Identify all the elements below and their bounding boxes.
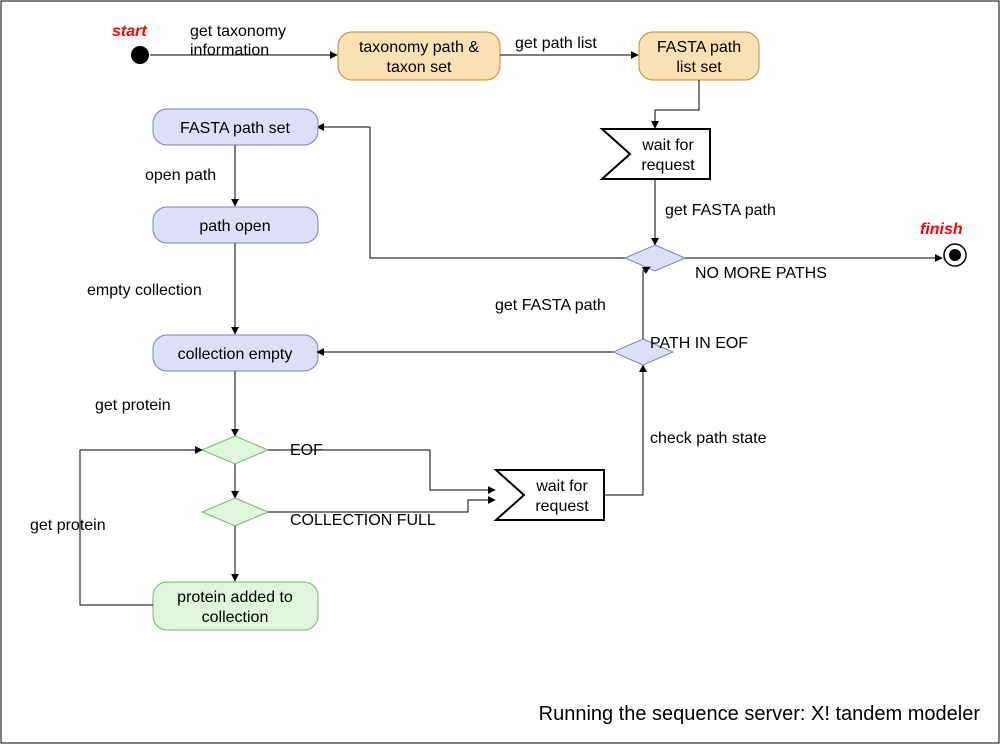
svg-text:taxon set: taxon set: [387, 59, 452, 76]
svg-text:FASTA path: FASTA path: [657, 39, 741, 56]
svg-text:request: request: [535, 498, 589, 515]
svg-text:taxonomy path &: taxonomy path &: [359, 39, 479, 56]
label-get-path-list: get path list: [515, 35, 597, 52]
node-fasta-set: FASTA path set: [153, 109, 318, 145]
label-no-more-paths: NO MORE PATHS: [695, 265, 827, 282]
svg-text:wait for: wait for: [641, 137, 694, 154]
start-label: start: [112, 23, 147, 40]
node-taxonomy: taxonomy path & taxon set: [338, 32, 500, 80]
finish-node: [944, 244, 966, 266]
label-get-taxonomy-1: get taxonomy: [190, 23, 286, 40]
node-path-open: path open: [153, 207, 318, 243]
label-empty-collection: empty collection: [87, 282, 202, 299]
activity-diagram: start finish get taxonomy information ta…: [0, 0, 1000, 744]
label-get-protein-left: get protein: [95, 397, 171, 414]
svg-text:wait for: wait for: [535, 478, 588, 495]
label-check-path-state: check path state: [650, 430, 767, 447]
svg-text:collection empty: collection empty: [178, 346, 293, 363]
label-get-fasta-path-top: get FASTA path: [665, 202, 776, 219]
node-fasta-list: FASTA path list set: [639, 32, 759, 80]
svg-text:list set: list set: [676, 59, 722, 76]
finish-label: finish: [920, 221, 963, 238]
diagram-caption: Running the sequence server: X! tandem m…: [539, 703, 981, 725]
svg-text:protein added to: protein added to: [177, 589, 293, 606]
label-open-path: open path: [145, 167, 216, 184]
node-protein-added: protein added to collection: [153, 582, 318, 630]
label-get-protein-loop: get protein: [30, 517, 106, 534]
node-collection-empty: collection empty: [153, 335, 318, 371]
label-get-fasta-path-mid: get FASTA path: [495, 297, 606, 314]
start-node: [131, 46, 149, 64]
label-collection-full: COLLECTION FULL: [290, 512, 436, 529]
svg-text:FASTA path set: FASTA path set: [180, 120, 291, 137]
label-get-taxonomy-2: information: [190, 42, 269, 59]
label-path-in-eof: PATH IN EOF: [650, 335, 748, 352]
svg-text:path open: path open: [199, 218, 270, 235]
svg-text:request: request: [641, 157, 695, 174]
svg-text:collection: collection: [202, 609, 269, 626]
